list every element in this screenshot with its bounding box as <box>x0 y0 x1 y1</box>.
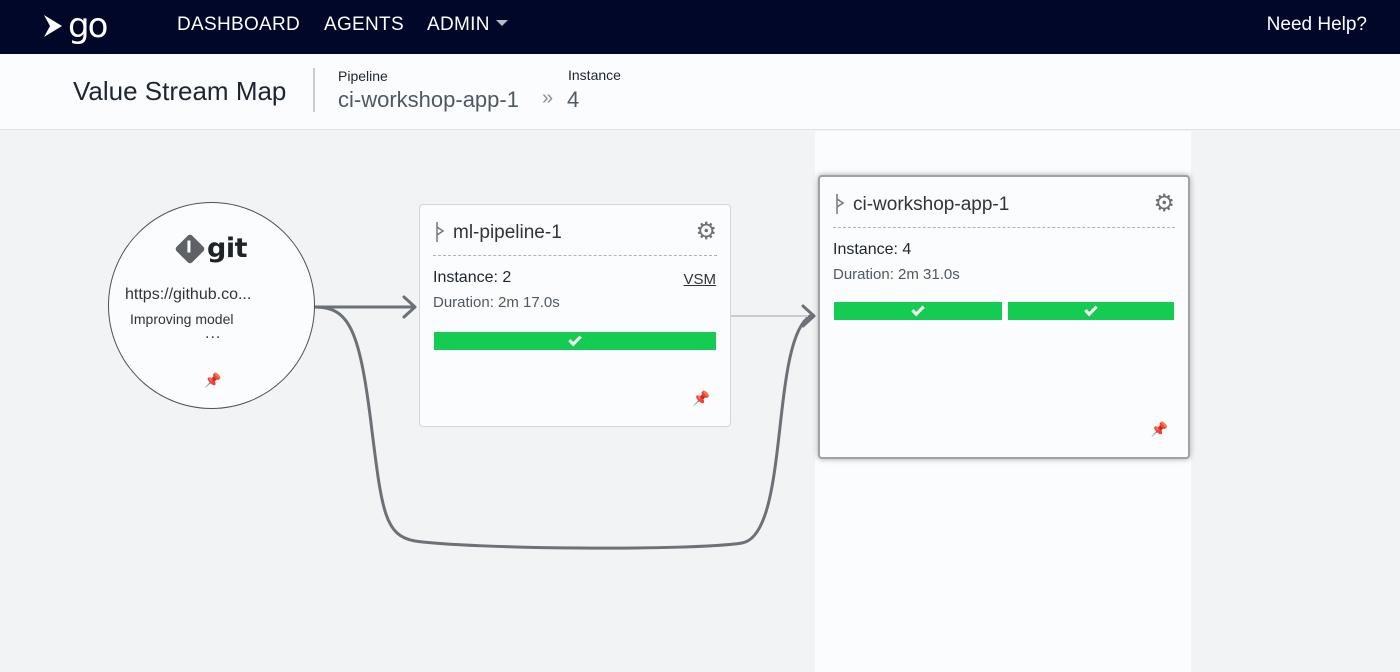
pipeline-instance: Instance: 4 <box>833 241 912 258</box>
pipeline-card-header: ci-workshop-app-1 ⚙ <box>833 189 1175 228</box>
pipeline-card-header: ml-pipeline-1 ⚙ <box>433 217 717 256</box>
go-logo-icon <box>44 15 62 37</box>
check-icon <box>1084 302 1098 317</box>
stage-passed[interactable] <box>434 332 716 350</box>
pipeline-card-ci-workshop-app-1[interactable]: ci-workshop-app-1 ⚙ Instance: 4 Duration… <box>818 175 1190 459</box>
pipeline-name-link[interactable]: ci-workshop-app-1 <box>853 194 1009 216</box>
pipeline-instance[interactable]: Instance: 2 <box>433 269 511 287</box>
vsm-canvas[interactable]: git https://github.co... Improving model… <box>0 131 1400 672</box>
pipeline-duration: Duration: 2m 17.0s <box>433 294 560 311</box>
go-logo[interactable]: go <box>42 6 108 46</box>
page-title: Value Stream Map <box>73 76 287 106</box>
nav-admin-label: ADMIN <box>427 14 490 35</box>
gear-icon[interactable]: ⚙ <box>695 217 717 246</box>
nav-agents[interactable]: AGENTS <box>324 14 404 36</box>
pipeline-duration: Duration: 2m 31.0s <box>833 266 960 283</box>
pin-icon[interactable]: 📌 <box>1151 421 1168 438</box>
pin-icon[interactable]: 📌 <box>693 390 710 407</box>
pin-icon[interactable]: 📌 <box>204 372 221 389</box>
top-nav: go DASHBOARD AGENTS ADMIN Need Help? <box>0 0 1400 54</box>
material-type: git <box>207 233 248 264</box>
material-url: https://github.co... <box>125 286 252 303</box>
gear-icon[interactable]: ⚙ <box>1153 189 1175 218</box>
page-header: Value Stream Map Pipeline ci-workshop-ap… <box>0 54 1400 130</box>
stage-passed[interactable] <box>1008 302 1174 320</box>
check-icon <box>911 302 925 317</box>
git-icon <box>174 232 206 265</box>
pipeline-label: Pipeline <box>338 68 388 84</box>
stage-passed[interactable] <box>834 302 1002 320</box>
material-more[interactable]: ... <box>205 325 221 343</box>
need-help-link[interactable]: Need Help? <box>1267 14 1367 36</box>
pipeline-card-ml-pipeline-1[interactable]: ml-pipeline-1 ⚙ Instance: 2 VSM Duration… <box>419 204 731 427</box>
breadcrumb-separator: » <box>542 87 554 109</box>
git-logo: git <box>174 232 248 265</box>
header-divider <box>313 68 315 112</box>
pipeline-icon <box>436 222 445 242</box>
pipeline-name: ci-workshop-app-1 <box>338 87 519 112</box>
chevron-down-icon <box>495 19 508 26</box>
instance-label: Instance <box>568 67 621 83</box>
nav-admin[interactable]: ADMIN <box>427 14 508 36</box>
nav-dashboard[interactable]: DASHBOARD <box>177 14 300 36</box>
logo-text: go <box>68 6 108 46</box>
pipeline-icon <box>836 194 845 214</box>
material-git[interactable]: git https://github.co... Improving model… <box>108 202 315 409</box>
instance-number: 4 <box>567 87 580 112</box>
pipeline-name-link[interactable]: ml-pipeline-1 <box>453 222 562 244</box>
vsm-link[interactable]: VSM <box>683 271 716 288</box>
check-icon <box>568 332 582 347</box>
